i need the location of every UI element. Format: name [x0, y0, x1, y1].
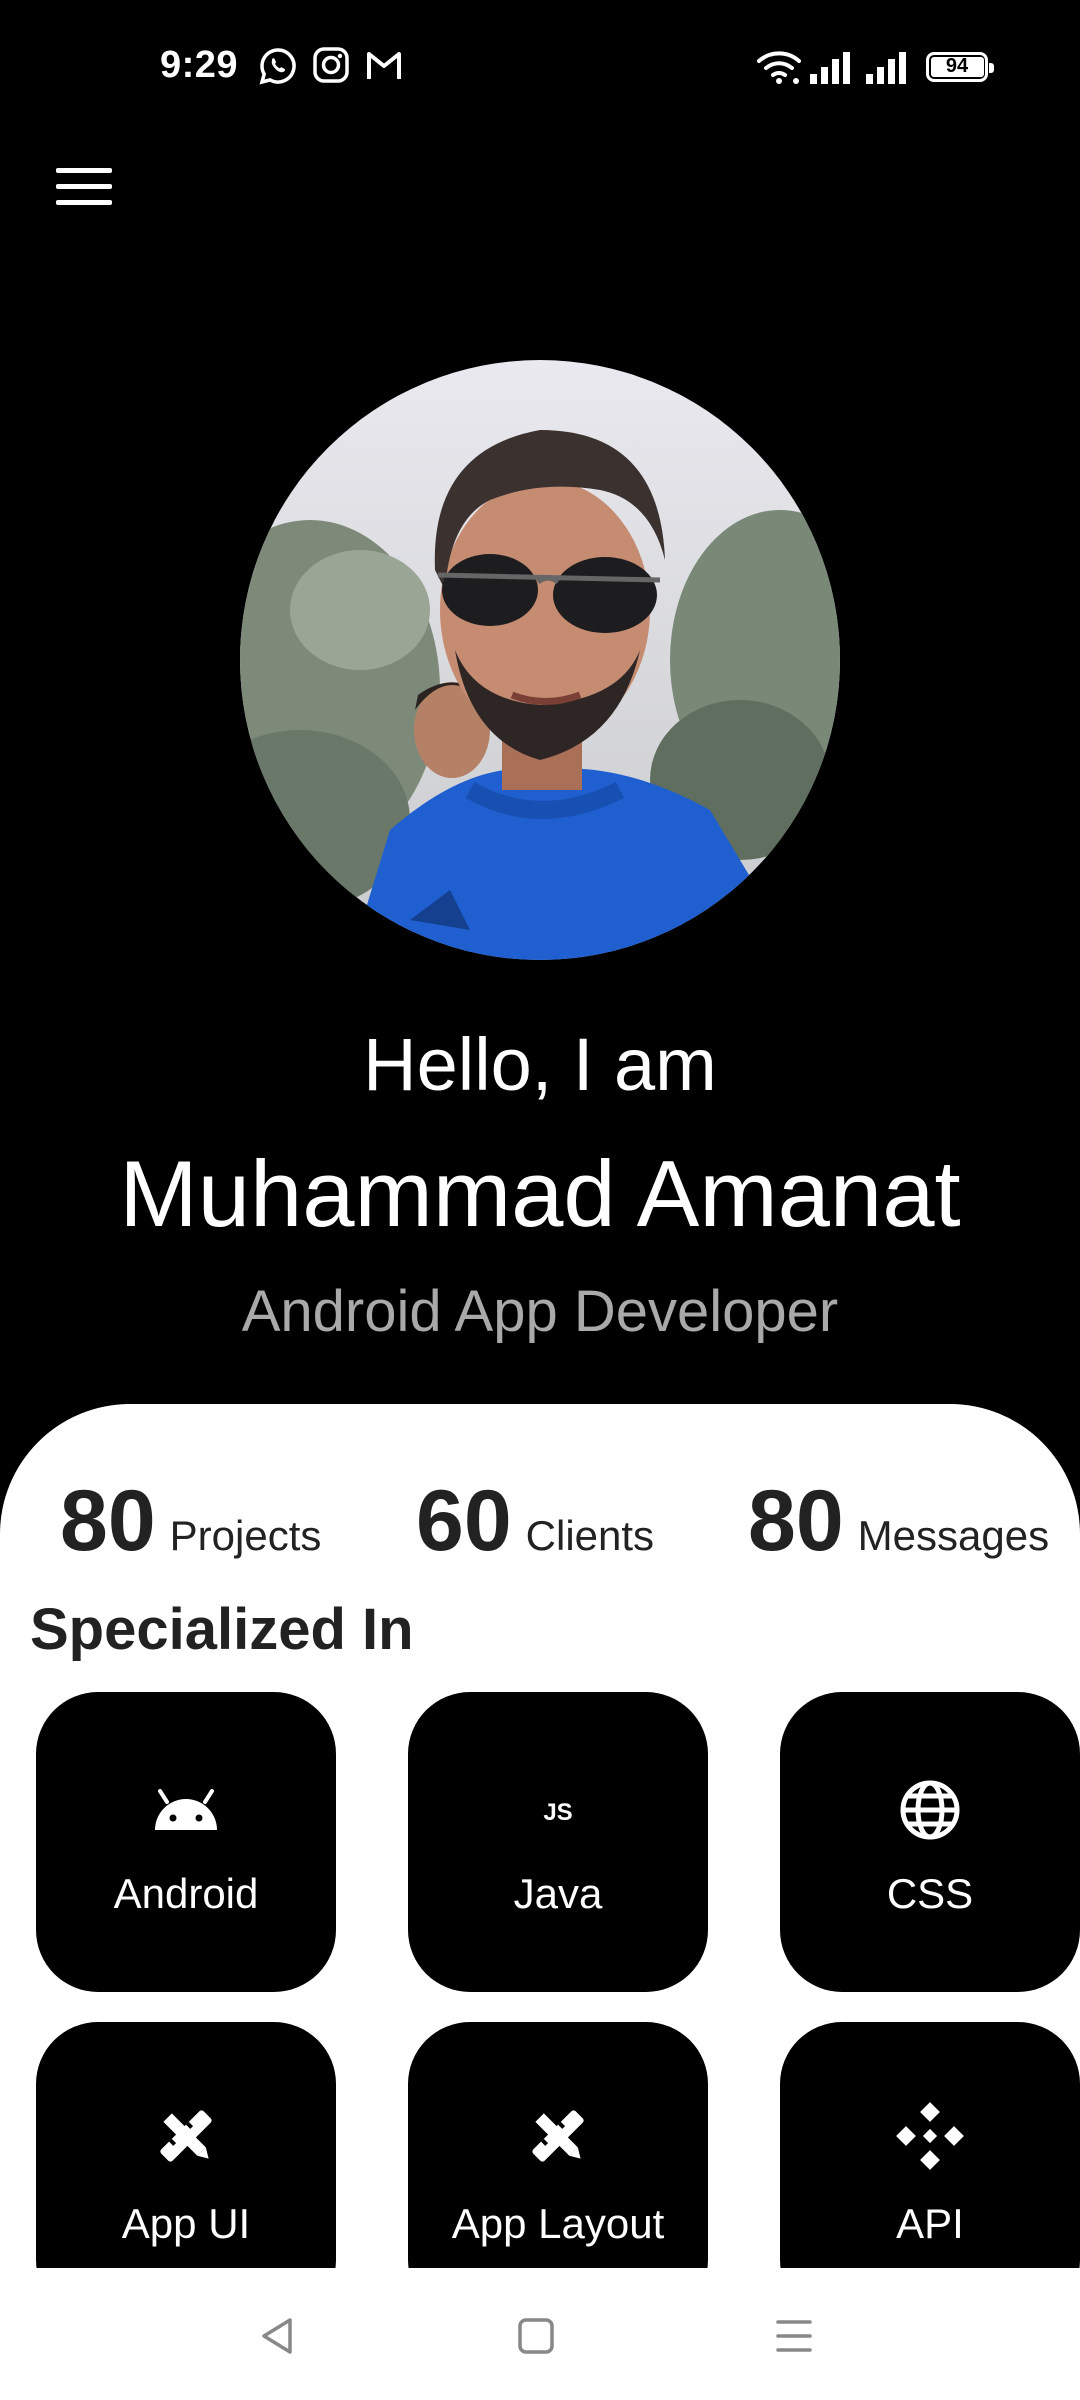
stat-projects: 80 Projects [60, 1472, 321, 1571]
skill-label: CSS [886, 1870, 974, 1917]
skill-card-app-layout[interactable]: App Layout [408, 2022, 708, 2274]
home-icon[interactable] [516, 2314, 556, 2358]
skill-label: App Layout [451, 2200, 665, 2247]
api-icon [896, 2102, 964, 2170]
skill-card-app-ui[interactable]: App UI [36, 2022, 336, 2274]
hamburger-menu-icon[interactable] [50, 162, 118, 212]
js-icon: JS [543, 1799, 572, 1826]
skill-label: Android [113, 1870, 259, 1917]
status-time: 9:29 [160, 44, 239, 86]
skill-label: App UI [121, 2200, 251, 2247]
stat-clients: 60 Clients [416, 1472, 654, 1571]
stat-label: Projects [169, 1512, 322, 1559]
battery-level: 94 [945, 55, 969, 77]
signal-icon-2 [866, 52, 906, 84]
specialized-title: Specialized In [30, 1597, 414, 1662]
wifi-icon [757, 51, 801, 84]
recents-icon[interactable] [774, 2314, 814, 2358]
skill-label: Java [513, 1870, 603, 1917]
skill-label: API [896, 2200, 964, 2247]
stat-value: 60 [416, 1473, 512, 1569]
skill-card-api[interactable]: API [780, 2022, 1080, 2274]
stat-value: 80 [60, 1473, 156, 1569]
gmail-icon [367, 52, 401, 79]
stat-label: Clients [525, 1512, 655, 1559]
greeting-text: Hello, I am [363, 1023, 717, 1106]
instagram-icon [313, 47, 349, 83]
signal-icon [810, 52, 850, 84]
content-sheet: 80 Projects 60 Clients 80 Messages Speciali… [0, 1404, 1080, 2274]
skill-card-css[interactable]: CSS [780, 1692, 1080, 1992]
profile-role: Android App Developer [241, 1279, 839, 1344]
avatar [240, 360, 840, 960]
skill-card-android[interactable]: Android [36, 1692, 336, 1992]
skill-card-java[interactable]: JS Java [408, 1692, 708, 1992]
android-icon [155, 1789, 217, 1830]
whatsapp-icon [259, 48, 296, 85]
battery-icon: 94 [926, 52, 994, 82]
status-bar: 9:29 94 [0, 0, 1080, 136]
stat-label: Messages [857, 1512, 1050, 1559]
stat-messages: 80 Messages [748, 1472, 1049, 1571]
design-tools-icon [532, 2110, 584, 2162]
svg-text:JS: JS [543, 1799, 572, 1826]
globe-icon [900, 1780, 960, 1840]
profile-name: Muhammad Amanat [119, 1141, 961, 1246]
system-nav-bar [0, 2268, 1080, 2400]
design-tools-icon [160, 2110, 212, 2162]
back-icon[interactable] [256, 2314, 300, 2358]
stat-value: 80 [748, 1473, 844, 1569]
